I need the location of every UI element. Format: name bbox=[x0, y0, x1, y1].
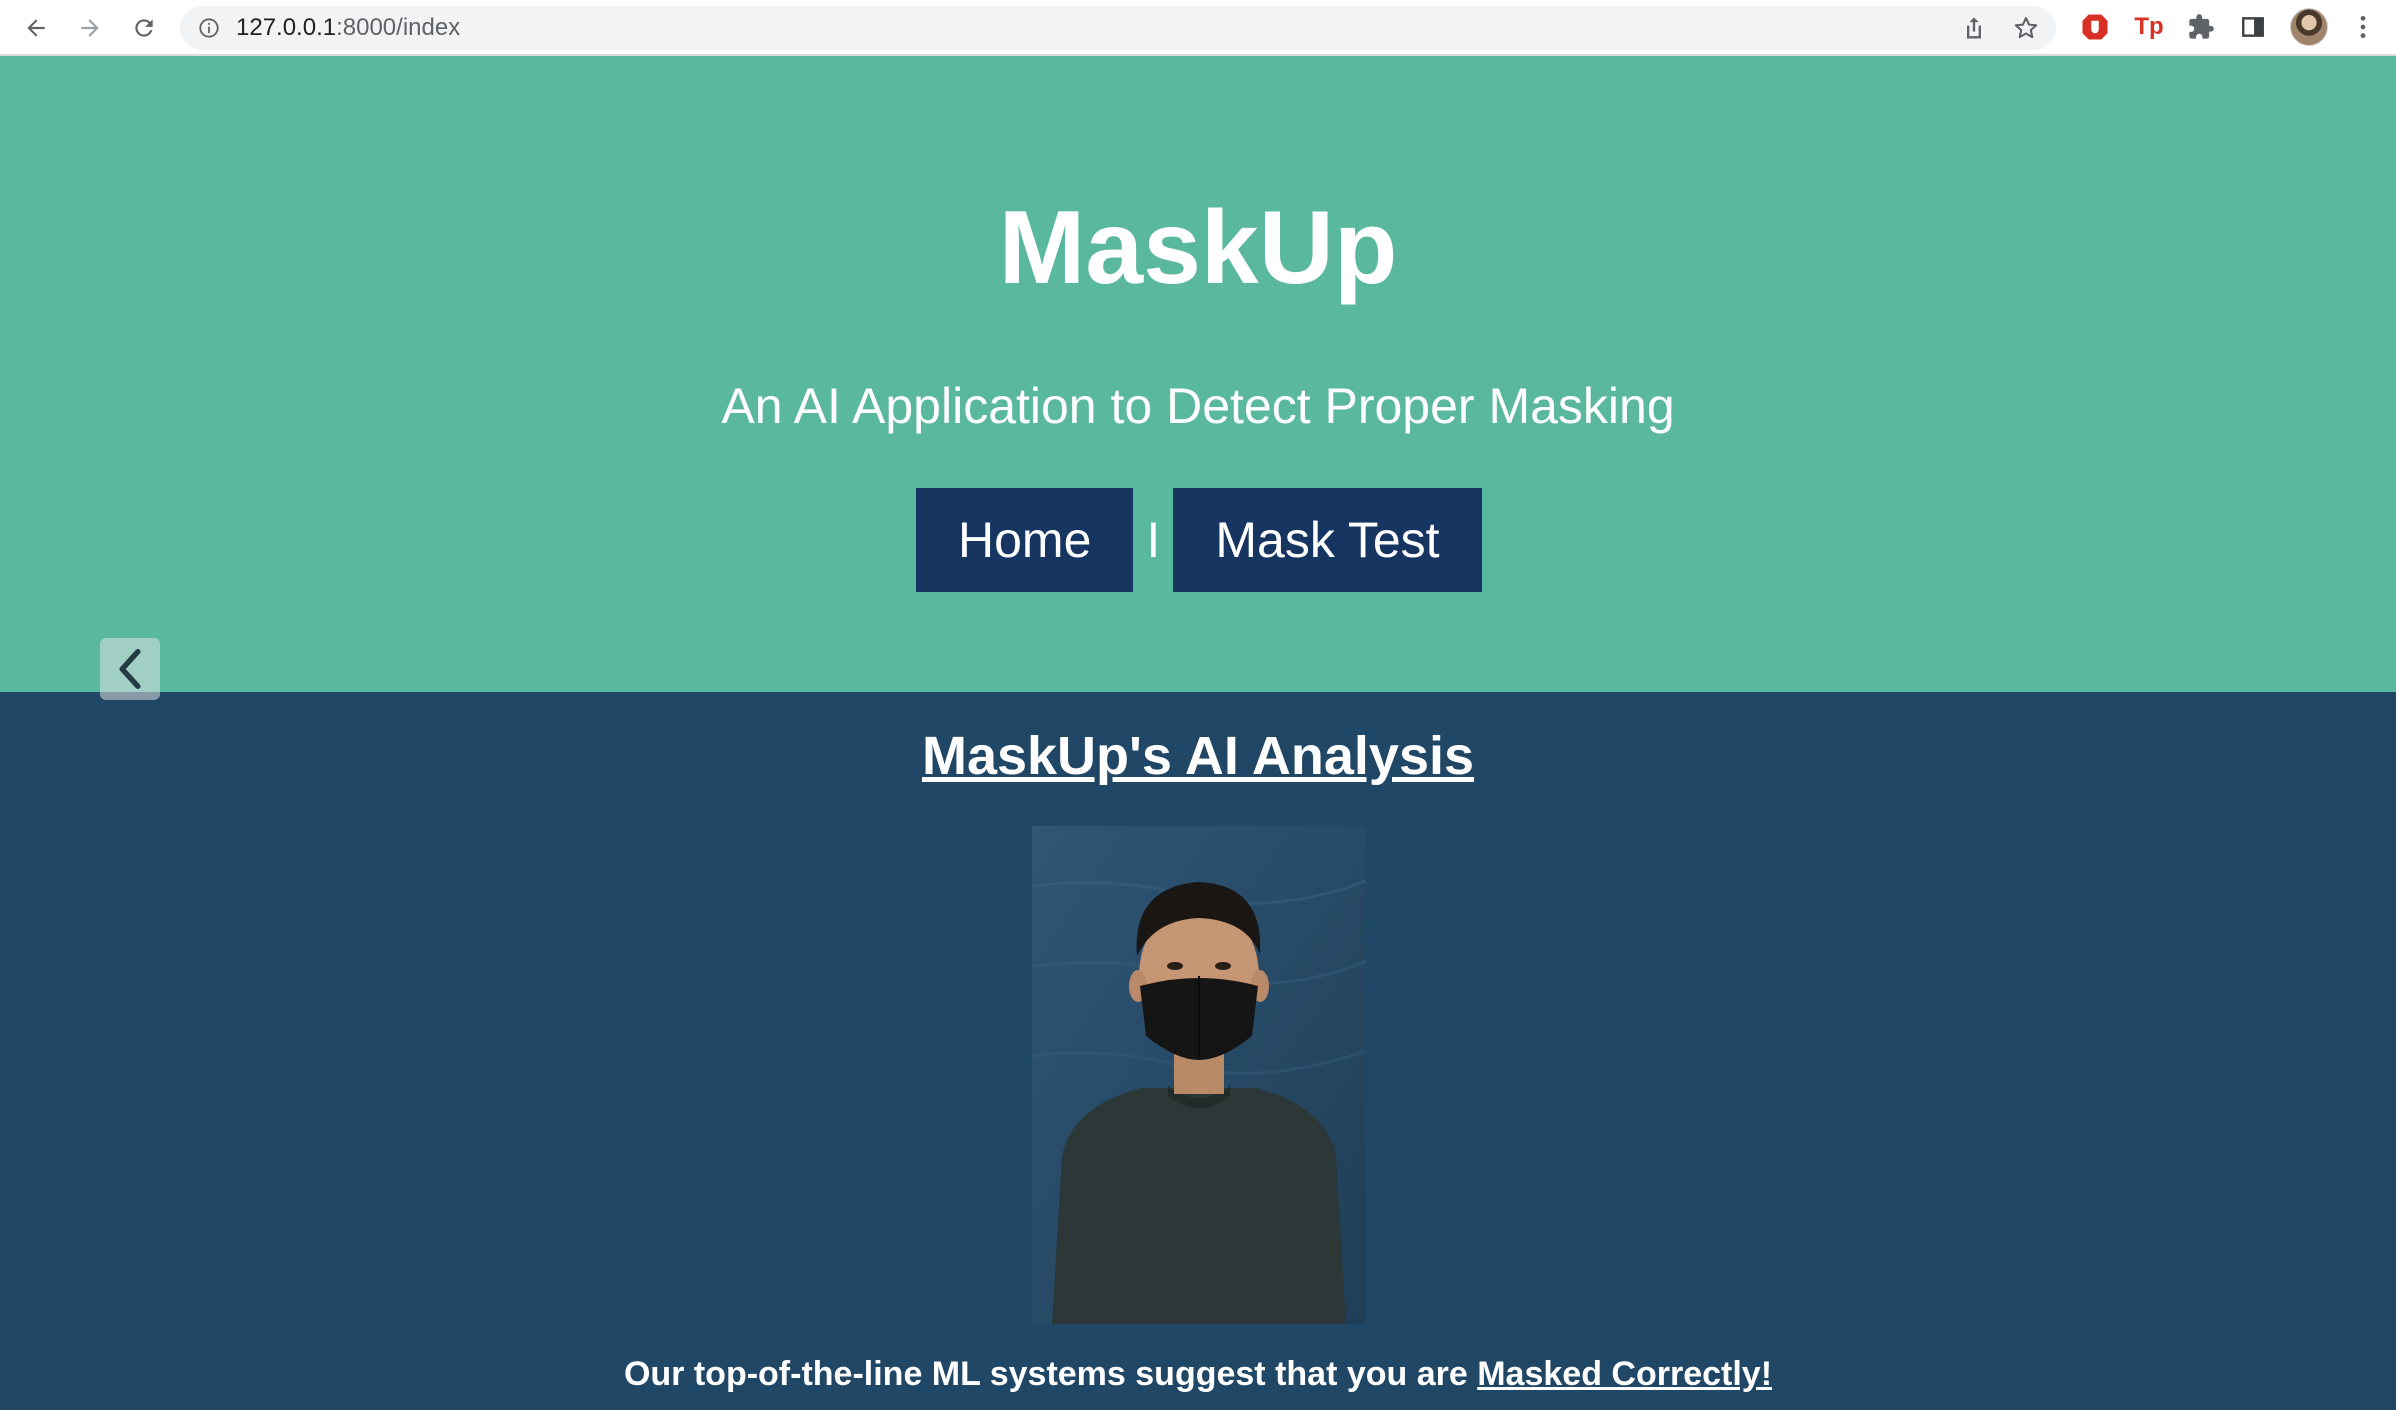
carousel-prev-button[interactable] bbox=[100, 638, 160, 700]
uploaded-photo bbox=[1032, 826, 1366, 1324]
main-nav: Home I Mask Test bbox=[916, 488, 1482, 592]
address-bar[interactable]: 127.0.0.1:8000/index bbox=[180, 6, 2056, 50]
masked-person-image bbox=[1032, 826, 1366, 1324]
info-icon[interactable] bbox=[198, 17, 220, 39]
mask-test-button[interactable]: Mask Test bbox=[1173, 488, 1482, 592]
arrow-left-icon bbox=[27, 19, 45, 37]
share-icon[interactable] bbox=[1960, 14, 1988, 42]
url-host: 127.0.0.1 bbox=[236, 14, 337, 41]
forward-button[interactable] bbox=[70, 8, 110, 48]
reload-icon bbox=[135, 19, 153, 37]
result-prefix: Our top-of-the-line ML systems suggest t… bbox=[623, 1355, 1478, 1393]
shield-extension-icon[interactable] bbox=[2078, 10, 2112, 44]
analysis-section: MaskUp's AI Analysis Our top-of-the-line… bbox=[0, 692, 2396, 1410]
analysis-result: Our top-of-the-line ML systems suggest t… bbox=[0, 1352, 2396, 1396]
url-path: :8000/index bbox=[336, 14, 461, 41]
back-button[interactable] bbox=[16, 8, 56, 48]
analysis-title: MaskUp's AI Analysis bbox=[921, 726, 1475, 786]
url-text[interactable]: 127.0.0.1:8000/index bbox=[236, 6, 460, 50]
chevron-left-icon bbox=[119, 649, 141, 689]
side-panel-icon[interactable] bbox=[2236, 10, 2270, 44]
arrow-right-icon bbox=[81, 19, 99, 37]
reload-button[interactable] bbox=[124, 8, 164, 48]
avatar[interactable] bbox=[2290, 8, 2328, 46]
star-icon[interactable] bbox=[2012, 14, 2040, 42]
kebab-menu-icon[interactable] bbox=[2346, 10, 2380, 44]
site-subtitle: An AI Application to Detect Proper Maski… bbox=[721, 378, 1675, 434]
puzzle-icon[interactable] bbox=[2184, 10, 2218, 44]
site-title: MaskUp bbox=[998, 190, 1398, 306]
browser-toolbar: 127.0.0.1:8000/index Tp bbox=[0, 0, 2396, 56]
home-button[interactable]: Home bbox=[916, 488, 1134, 592]
result-verdict: Masked Correctly! bbox=[1477, 1355, 1773, 1393]
nav-separator: I bbox=[1146, 512, 1161, 568]
hero-section: MaskUp An AI Application to Detect Prope… bbox=[0, 56, 2396, 692]
tp-extension-icon[interactable]: Tp bbox=[2132, 10, 2166, 44]
